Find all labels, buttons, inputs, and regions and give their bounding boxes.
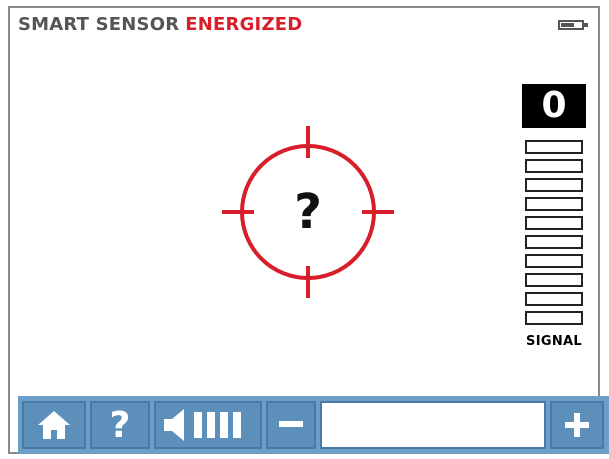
signal-bar xyxy=(525,311,583,325)
target: ? xyxy=(222,126,394,303)
signal-bar xyxy=(525,197,583,211)
device-screen: SMART SENSOR ENERGIZED ? 0 SIGNAL ? xyxy=(8,6,609,454)
signal-bar xyxy=(525,235,583,249)
signal-bar xyxy=(525,292,583,306)
battery-icon xyxy=(558,20,588,30)
signal-bar xyxy=(525,178,583,192)
level-slider[interactable] xyxy=(320,401,546,449)
signal-label: SIGNAL xyxy=(526,334,582,349)
volume-bar xyxy=(207,412,215,438)
volume-bar xyxy=(233,412,241,438)
signal-bars xyxy=(522,140,586,325)
signal-bar xyxy=(525,216,583,230)
device-label: SMART SENSOR xyxy=(18,14,180,35)
battery-tip xyxy=(584,23,588,27)
volume-icon xyxy=(164,409,241,441)
help-button[interactable]: ? xyxy=(90,401,150,449)
header: SMART SENSOR ENERGIZED xyxy=(18,14,302,35)
plus-icon xyxy=(565,413,589,437)
volume-button[interactable] xyxy=(154,401,262,449)
signal-bar xyxy=(525,140,583,154)
target-symbol: ? xyxy=(294,184,322,240)
volume-bar xyxy=(220,412,228,438)
signal-meter: 0 SIGNAL xyxy=(522,84,586,349)
minus-icon xyxy=(279,421,303,427)
battery-fill xyxy=(561,23,575,27)
state-label: ENERGIZED xyxy=(185,14,303,35)
signal-bar xyxy=(525,254,583,268)
increase-button[interactable] xyxy=(550,401,604,449)
signal-count: 0 xyxy=(522,84,586,128)
signal-bar xyxy=(525,159,583,173)
home-button[interactable] xyxy=(22,401,86,449)
volume-bar xyxy=(194,412,202,438)
toolbar: ? xyxy=(18,396,609,454)
home-icon xyxy=(38,411,70,439)
decrease-button[interactable] xyxy=(266,401,316,449)
signal-bar xyxy=(525,273,583,287)
